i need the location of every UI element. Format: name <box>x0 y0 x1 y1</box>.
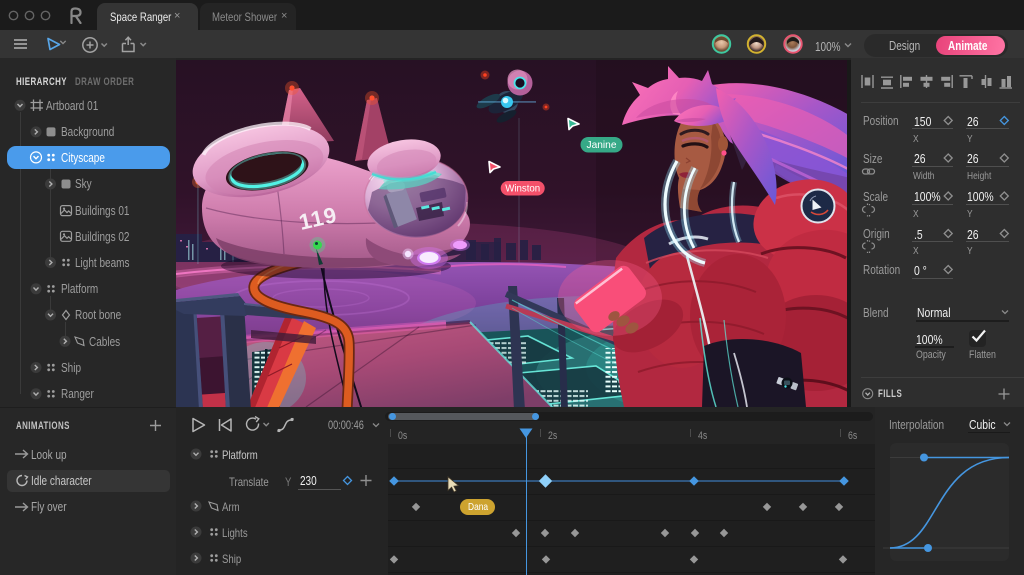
svg-text:Janine: Janine <box>587 139 617 151</box>
svg-text:Winston: Winston <box>505 184 540 195</box>
